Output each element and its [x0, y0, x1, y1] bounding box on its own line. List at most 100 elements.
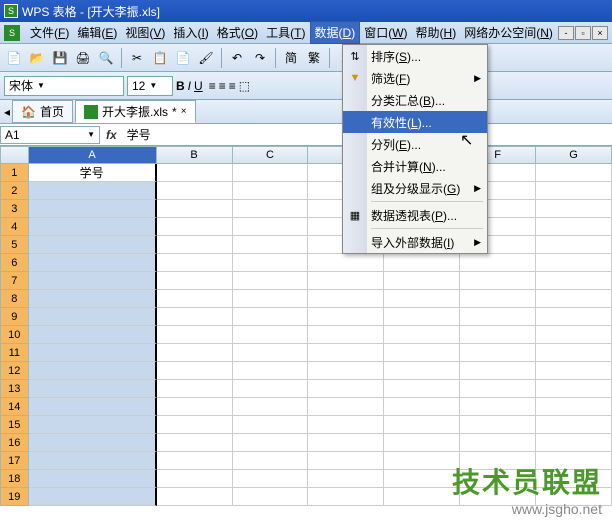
tab-file[interactable]: 开大李振.xls * × [75, 100, 196, 123]
cell[interactable] [157, 416, 233, 434]
cell[interactable] [29, 290, 157, 308]
cell[interactable] [29, 236, 157, 254]
select-all-corner[interactable] [0, 146, 29, 164]
cell[interactable]: 学号 [29, 164, 157, 182]
cell[interactable] [384, 362, 460, 380]
cell[interactable] [29, 434, 157, 452]
print-icon[interactable]: 🖨 [73, 48, 93, 68]
cell[interactable] [384, 326, 460, 344]
menu-edit[interactable]: 编辑(E) [73, 22, 121, 43]
cell[interactable] [233, 254, 309, 272]
cell[interactable] [384, 470, 460, 488]
tab-home[interactable]: 🏠 首页 [12, 100, 73, 123]
cell[interactable] [157, 470, 233, 488]
menu-item-import[interactable]: 导入外部数据(I) ▶ [343, 231, 487, 253]
fx-icon[interactable]: fx [100, 128, 123, 142]
cell[interactable] [536, 164, 612, 182]
menu-help[interactable]: 帮助(H) [412, 22, 461, 43]
cell[interactable] [460, 416, 536, 434]
cell[interactable] [460, 254, 536, 272]
cell[interactable] [384, 254, 460, 272]
cell[interactable] [233, 326, 309, 344]
cell[interactable] [157, 452, 233, 470]
cell[interactable] [29, 272, 157, 290]
cell[interactable] [157, 164, 233, 182]
cell[interactable] [460, 398, 536, 416]
cell[interactable] [536, 290, 612, 308]
menu-item-filter[interactable]: ▼ 筛选(F) ▶ [343, 67, 487, 89]
cell[interactable] [29, 200, 157, 218]
cell[interactable] [536, 344, 612, 362]
cell[interactable] [233, 362, 309, 380]
cell[interactable] [233, 218, 309, 236]
cell[interactable] [29, 380, 157, 398]
cell[interactable] [384, 488, 460, 506]
col-header-B[interactable]: B [157, 146, 233, 164]
cell[interactable] [536, 362, 612, 380]
cell[interactable] [233, 434, 309, 452]
cell[interactable] [460, 272, 536, 290]
cell[interactable] [29, 416, 157, 434]
cell[interactable] [536, 218, 612, 236]
cell[interactable] [233, 290, 309, 308]
bold-icon[interactable]: B [176, 79, 185, 93]
cell[interactable] [29, 362, 157, 380]
row-header[interactable]: 4 [0, 218, 29, 236]
cell[interactable] [157, 380, 233, 398]
row-header[interactable]: 14 [0, 398, 29, 416]
align-center-icon[interactable]: ≡ [219, 79, 226, 93]
cell[interactable] [157, 272, 233, 290]
menu-network[interactable]: 网络办公空间(N) [460, 22, 557, 43]
menu-item-group-outline[interactable]: 组及分级显示(G) ▶ [343, 177, 487, 199]
menu-item-validation[interactable]: 有效性(L)... [343, 111, 487, 133]
cell[interactable] [29, 308, 157, 326]
cell[interactable] [460, 308, 536, 326]
cell[interactable] [536, 380, 612, 398]
cell[interactable] [536, 236, 612, 254]
row-header[interactable]: 15 [0, 416, 29, 434]
cell[interactable] [308, 416, 384, 434]
cell[interactable] [460, 434, 536, 452]
row-header[interactable]: 3 [0, 200, 29, 218]
cell[interactable] [536, 398, 612, 416]
align-left-icon[interactable]: ≡ [209, 79, 216, 93]
menu-item-text-to-columns[interactable]: 分列(E)... [343, 133, 487, 155]
menu-data[interactable]: 数据(D) [310, 21, 361, 44]
menu-insert[interactable]: 插入(I) [169, 22, 212, 43]
menu-view[interactable]: 视图(V) [121, 22, 169, 43]
cell[interactable] [308, 254, 384, 272]
underline-icon[interactable]: U [194, 79, 203, 93]
cell[interactable] [384, 434, 460, 452]
cell[interactable] [29, 218, 157, 236]
cell[interactable] [29, 470, 157, 488]
cell[interactable] [536, 272, 612, 290]
cell[interactable] [29, 488, 157, 506]
close-tab-icon[interactable]: × [181, 106, 187, 117]
row-header[interactable]: 13 [0, 380, 29, 398]
merge-icon[interactable]: ⬚ [239, 79, 250, 93]
menu-window[interactable]: 窗口(W) [360, 22, 411, 43]
cell[interactable] [29, 254, 157, 272]
copy-icon[interactable]: 📋 [150, 48, 170, 68]
cell[interactable] [308, 380, 384, 398]
redo-icon[interactable]: ↷ [250, 48, 270, 68]
simplified-icon[interactable]: 简 [281, 48, 301, 68]
cell[interactable] [460, 326, 536, 344]
cell[interactable] [460, 380, 536, 398]
row-header[interactable]: 8 [0, 290, 29, 308]
cell[interactable] [384, 290, 460, 308]
col-header-C[interactable]: C [233, 146, 309, 164]
cut-icon[interactable]: ✂ [127, 48, 147, 68]
font-combo[interactable]: 宋体 ▼ [4, 76, 124, 96]
cell[interactable] [29, 344, 157, 362]
minimize-button[interactable]: - [558, 26, 574, 40]
cell[interactable] [384, 344, 460, 362]
row-header[interactable]: 1 [0, 164, 29, 182]
cell[interactable] [233, 164, 309, 182]
menu-item-sort[interactable]: ⇅ 排序(S)... [343, 45, 487, 67]
cell[interactable] [233, 452, 309, 470]
cell[interactable] [233, 200, 309, 218]
cell[interactable] [233, 308, 309, 326]
menu-item-consolidate[interactable]: 合并计算(N)... [343, 155, 487, 177]
maximize-button[interactable]: ▫ [575, 26, 591, 40]
